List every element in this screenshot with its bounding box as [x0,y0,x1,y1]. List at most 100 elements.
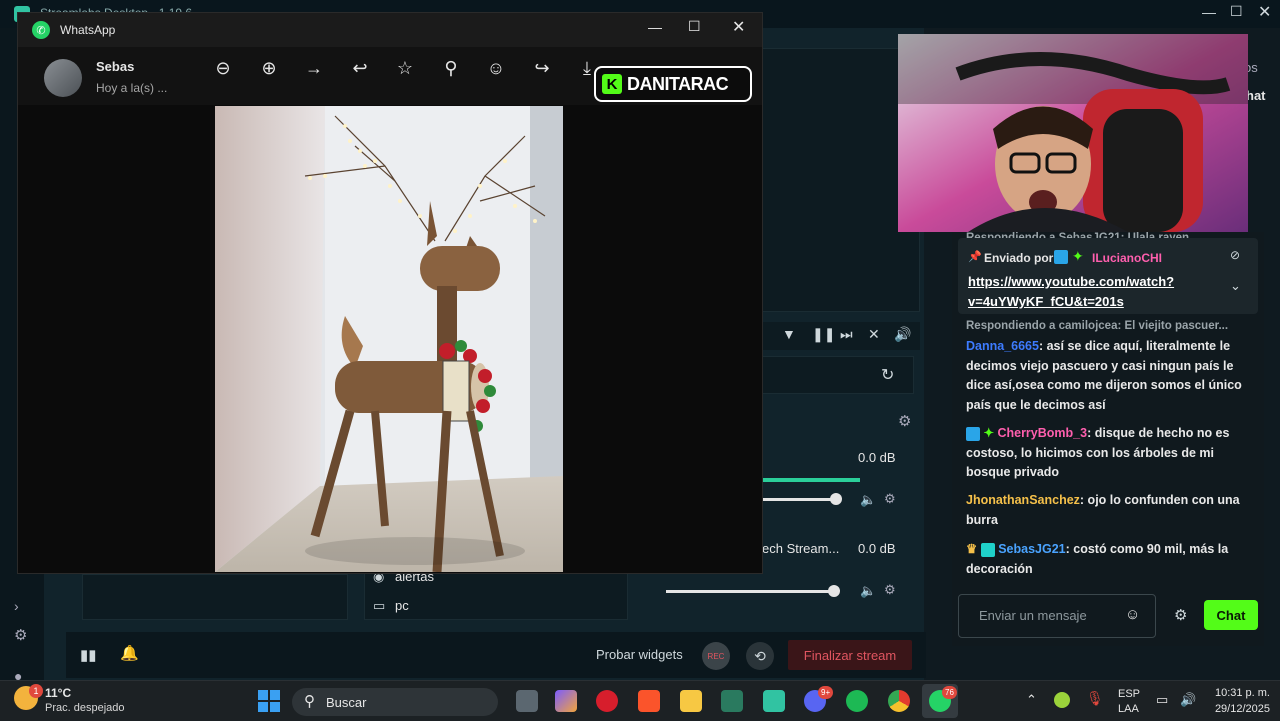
close-icon[interactable]: ✕ [732,17,745,37]
pause-icon[interactable]: ❚❚ [812,326,835,343]
volume-slider-2[interactable] [666,590,836,593]
language-1[interactable]: ESP [1118,688,1140,700]
volume-icon[interactable]: 🔊 [1180,692,1196,708]
whatsapp-badge: 76 [942,686,957,699]
spotify-icon[interactable] [846,690,868,712]
zoom-out-icon[interactable]: ⊖ [211,56,235,80]
chat-message: ✦ CherryBomb_3: disque de hecho no es co… [966,424,1248,483]
rec-button[interactable]: REC [702,642,730,670]
volume-icon[interactable]: 🔊 [894,326,911,343]
pinned-link-line1[interactable]: https://www.youtube.com/watch? [968,274,1174,289]
weather-badge: 1 [29,684,43,698]
search-icon: ⚲ [304,693,315,710]
volume-slider-1[interactable] [762,498,836,501]
contact-name: Sebas [96,59,135,74]
weather-desc[interactable]: Prac. despejado [45,702,125,714]
chevron-up-icon[interactable]: ⌃ [1026,692,1037,708]
star-icon[interactable]: ☆ [393,56,417,80]
chat-message: JhonathanSanchez: ojo lo confunden con u… [966,491,1248,530]
refresh-icon[interactable]: ↻ [881,365,894,385]
streamlabs-taskbar-icon[interactable] [721,690,743,712]
channel-name: DANITARAC [627,73,729,94]
scene-transition-panel: ↻ [762,356,914,394]
next-icon[interactable]: ⏭ [840,326,853,343]
pinned-message[interactable]: 📌 Enviado por ✦ ILucianoCHI ⊘ https://ww… [958,238,1258,314]
volume-handle-2[interactable] [828,585,840,597]
tray-app-icon[interactable] [1054,692,1070,708]
audio-level-1 [762,478,860,482]
share-icon[interactable]: ↪ [530,56,554,80]
webcam-image [898,34,1248,232]
mic-mute-icon[interactable]: ✕ [868,326,880,343]
crown-badge-icon: ♛ [966,542,978,556]
emoji-icon[interactable]: ☺ [1125,606,1140,623]
stats-icon[interactable]: ▮▮ [80,646,97,664]
clock-time[interactable]: 10:31 p. m. [1206,687,1270,699]
copilot-icon[interactable] [555,690,577,712]
chrome-icon[interactable] [888,690,910,712]
expand-icon[interactable]: › [14,598,19,614]
finish-stream-button[interactable]: Finalizar stream [788,640,912,670]
notification-bell-icon[interactable]: 🔔 [120,644,139,662]
task-view-icon[interactable] [516,690,538,712]
hide-icon[interactable]: ⊘ [1230,248,1240,262]
chat-username[interactable]: SebasJG21 [998,542,1065,556]
reindeer-photo-image [215,106,563,572]
zoom-in-icon[interactable]: ⊕ [257,56,281,80]
chat-settings-icon[interactable]: ⚙ [1174,606,1187,624]
scenes-panel [82,574,348,620]
language-2[interactable]: LAA [1118,703,1139,715]
whatsapp-titlebar: ✆ WhatsApp — ☐ ✕ [18,13,762,47]
weather-temp[interactable]: 11°C [45,686,71,700]
speaker-icon-1[interactable]: 🔈 [860,492,876,508]
chat-message-input[interactable]: Enviar un mensaje ☺ [958,594,1156,638]
gear-icon-1[interactable]: ⚙ [884,491,896,507]
mixer-settings-icon[interactable]: ⚙ [898,412,911,430]
brave-icon[interactable] [638,690,660,712]
mixer-db-2: 0.0 dB [858,541,896,556]
opera-icon[interactable] [596,690,618,712]
chat-send-button[interactable]: Chat [1204,600,1258,630]
pin-icon[interactable]: ⚲ [439,56,463,80]
gear-icon-2[interactable]: ⚙ [884,582,896,598]
emoji-icon[interactable]: ☺ [484,56,508,80]
reply-icon[interactable]: ↩ [348,56,372,80]
speaker-icon-2[interactable]: 🔈 [860,583,876,599]
windows-start-icon[interactable] [258,690,280,712]
replay-buffer-icon[interactable]: ⟲ [746,642,774,670]
maximize-icon[interactable]: ☐ [688,18,701,35]
close-icon[interactable]: ✕ [1258,2,1271,22]
monitor-icon: ▭ [373,598,386,613]
filter-icon[interactable]: ▼ [782,326,796,342]
contact-avatar[interactable] [44,59,82,97]
chat-username[interactable]: JhonathanSanchez [966,493,1080,507]
chevron-down-icon[interactable]: ⌄ [1230,278,1241,294]
settings-gear-icon[interactable]: ⚙ [14,626,27,644]
test-widgets-button[interactable]: Probar widgets [596,647,683,662]
taskbar-search[interactable]: ⚲ Buscar [292,688,498,716]
whatsapp-logo-icon: ✆ [32,21,50,39]
sparkle-badge-icon: ✦ [983,426,994,440]
pinned-user[interactable]: ILucianoCHI [1092,251,1162,265]
search-placeholder: Buscar [326,695,367,710]
maximize-icon[interactable]: ☐ [1230,3,1243,20]
chat-reply-2: Respondiendo a camilojcea: El viejito pa… [966,320,1229,332]
minimize-icon[interactable]: — [648,19,662,35]
sidebar-fragment-2: hat [1246,88,1266,103]
chat-username[interactable]: CherryBomb_3 [997,426,1087,440]
webcam-feed [898,34,1248,232]
network-icon[interactable]: ▭ [1156,692,1168,708]
app-icon[interactable] [763,690,785,712]
volume-handle-1[interactable] [830,493,842,505]
clock-date[interactable]: 29/12/2025 [1206,703,1270,715]
pin-icon: 📌 [968,251,982,263]
chat-username[interactable]: Danna_6665 [966,339,1039,353]
minimize-icon[interactable]: — [1202,4,1216,20]
media-photo [215,106,563,572]
microphone-icon[interactable]: 🎙 [1086,690,1104,707]
pinned-link-line2[interactable]: v=4uYWyKF_fCU&t=201s [968,294,1124,309]
file-explorer-icon[interactable] [680,690,702,712]
forward-arrow-icon[interactable]: → [302,56,326,80]
source-pc[interactable]: pc [395,598,409,613]
discord-badge: 9+ [818,686,834,699]
